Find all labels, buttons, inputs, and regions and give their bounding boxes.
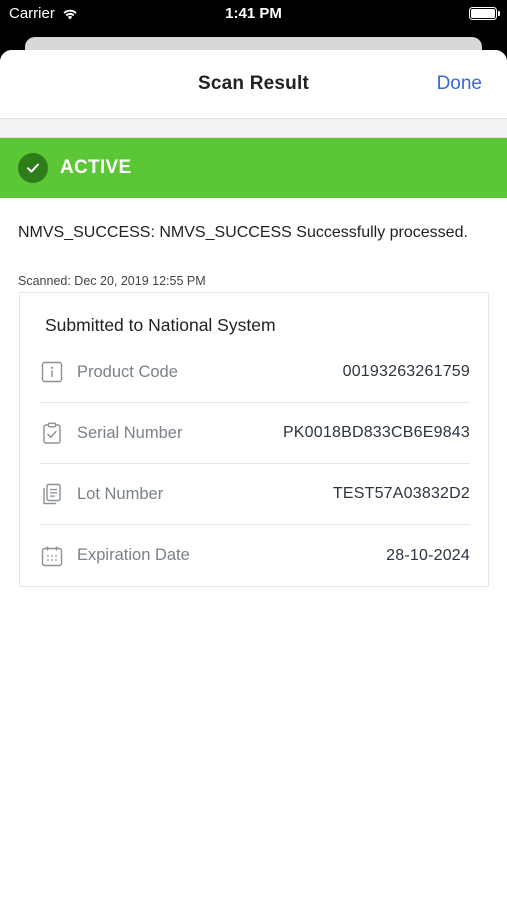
info-icon: [40, 360, 64, 384]
row-value: PK0018BD833CB6E9843: [282, 424, 470, 441]
detail-row-lot-number: Lot Number TEST57A03832D2: [40, 464, 470, 525]
row-value: TEST57A03832D2: [332, 485, 470, 502]
scan-result-sheet: Scan Result Done ACTIVE NMVS_SUCCESS: NM…: [0, 50, 507, 900]
result-message: NMVS_SUCCESS: NMVS_SUCCESS Successfully …: [18, 224, 468, 241]
scanned-timestamp: Scanned: Dec 20, 2019 12:55 PM: [18, 274, 206, 288]
done-button[interactable]: Done: [437, 73, 482, 95]
details-card: Submitted to National System Product Cod…: [19, 292, 489, 587]
navigation-bar: Scan Result Done: [0, 50, 507, 118]
row-label: Lot Number: [77, 484, 164, 503]
divider: [0, 118, 507, 138]
status-label: ACTIVE: [60, 157, 132, 178]
status-banner: ACTIVE: [0, 138, 507, 198]
clipboard-check-icon: [40, 421, 64, 445]
detail-row-product-code: Product Code 00193263261759: [40, 342, 470, 403]
clock: 1:41 PM: [225, 5, 282, 22]
row-value: 28-10-2024: [386, 546, 470, 564]
detail-row-expiration-date: Expiration Date 28-10-2024: [40, 525, 470, 586]
check-circle-icon: [18, 153, 48, 183]
page-title: Scan Result: [198, 73, 309, 94]
row-label: Product Code: [77, 362, 178, 381]
row-label: Expiration Date: [77, 546, 190, 564]
card-title: Submitted to National System: [45, 315, 276, 335]
row-value: 00193263261759: [342, 363, 470, 380]
battery-icon: [469, 7, 500, 20]
detail-row-serial-number: Serial Number PK0018BD833CB6E9843: [40, 403, 470, 464]
row-label: Serial Number: [77, 423, 183, 442]
screen: Carrier 1:41 PM Scan Result Done ACTIVE …: [0, 0, 507, 900]
status-bar: Carrier 1:41 PM: [0, 0, 507, 30]
calendar-icon: [40, 544, 64, 568]
document-list-icon: [40, 482, 64, 506]
